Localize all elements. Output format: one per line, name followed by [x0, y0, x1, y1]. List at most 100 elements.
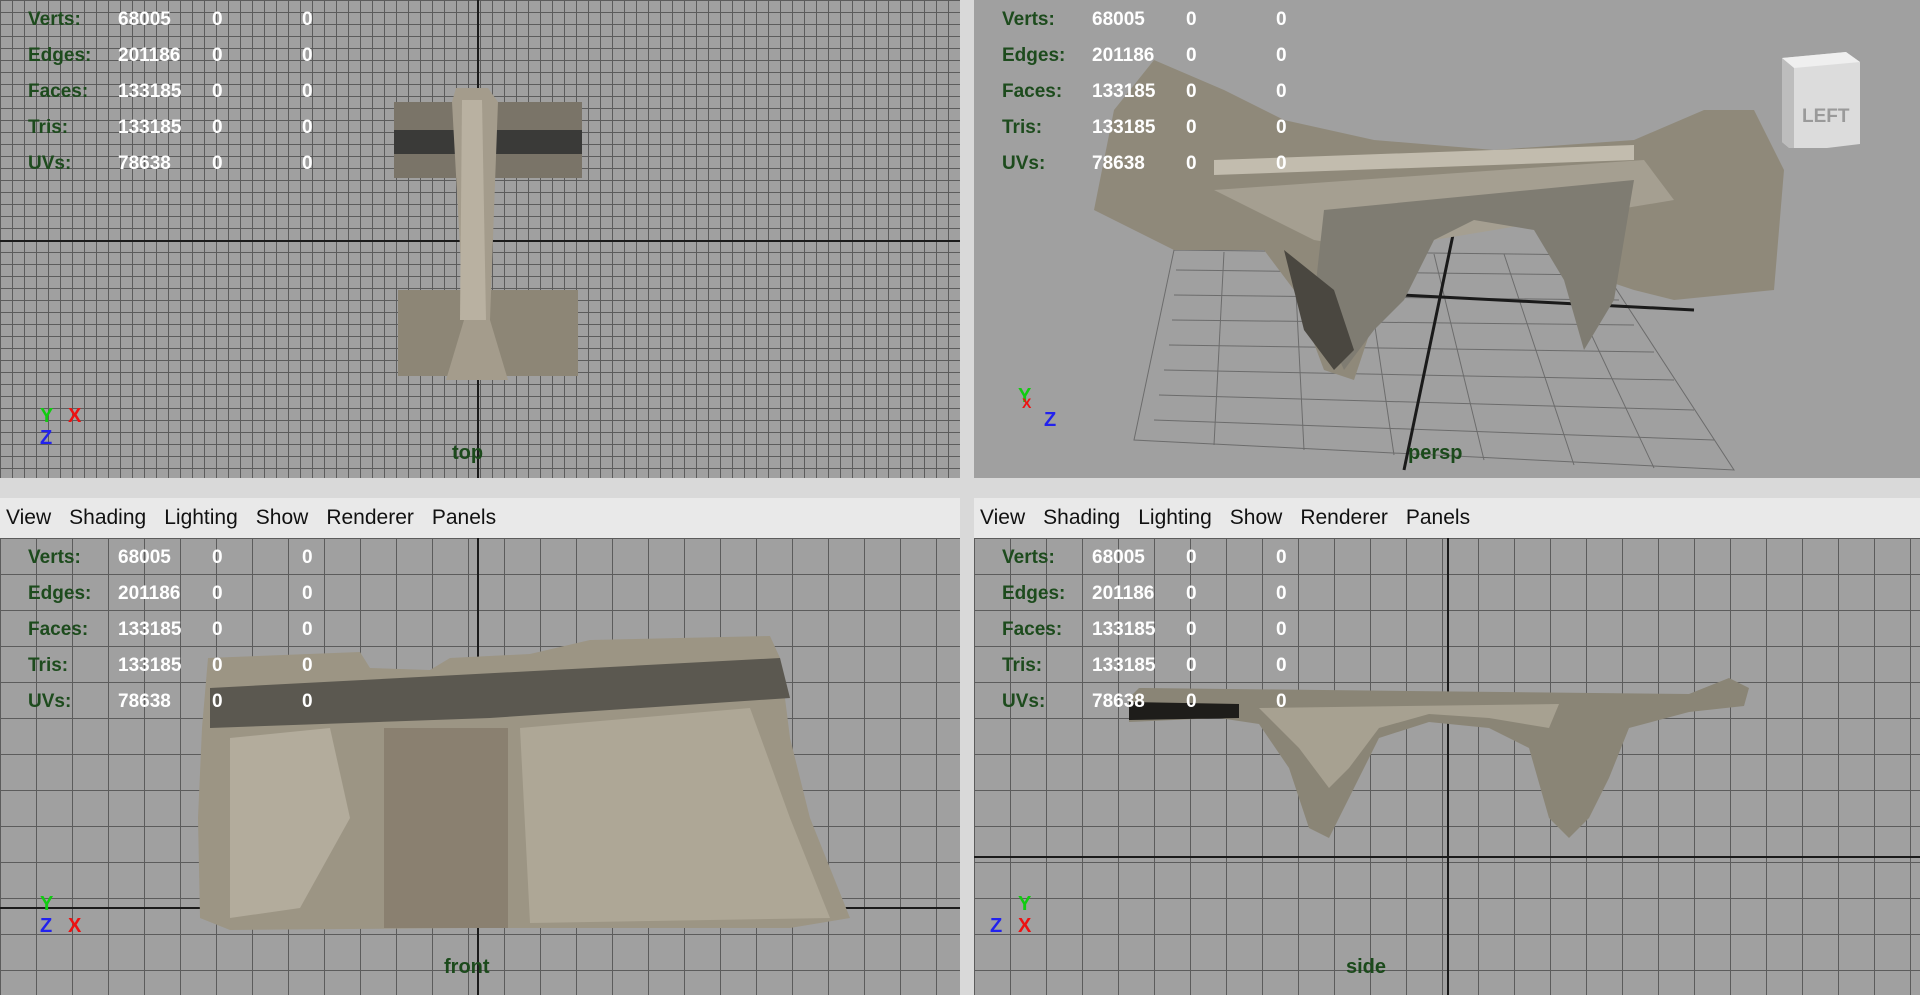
hud-value: 0 — [1186, 691, 1197, 712]
hud-value: 0 — [212, 691, 223, 712]
poly-count-hud: Verts: 68005 0 0 Edges: 201186 0 0 Faces: 13318… — [1002, 540, 1316, 720]
hud-value: 0 — [1186, 117, 1197, 138]
hud-value: 0 — [302, 691, 313, 712]
hud-value: 133185 — [1092, 619, 1156, 640]
hud-value: 0 — [302, 619, 313, 640]
hud-value: 0 — [1186, 583, 1197, 604]
hud-label: Tris: — [28, 117, 69, 138]
viewport-persp[interactable]: LEFT Verts: 68005 0 0 Edges: 201186 0 0 Faces:… — [974, 0, 1920, 478]
hud-value: 133185 — [118, 619, 182, 640]
hud-value: 0 — [1186, 619, 1197, 640]
viewport-side-canvas[interactable]: Verts: 68005 0 0 Edges: 201186 0 0 Faces: 13318… — [974, 538, 1920, 995]
hud-row: Edges: 201186 0 0 — [1002, 38, 1316, 74]
menu-shading[interactable]: Shading — [1043, 506, 1120, 530]
hud-value: 0 — [1276, 9, 1287, 30]
hud-value: 133185 — [118, 655, 182, 676]
bridge-model-top[interactable] — [390, 80, 590, 400]
poly-count-hud: Verts: 68005 0 0 Edges: 201186 0 0 Faces: 13318… — [1002, 2, 1316, 182]
viewport-front[interactable]: View Shading Lighting Show Renderer Pane… — [0, 498, 960, 995]
hud-value: 0 — [1186, 153, 1197, 174]
camera-label: persp — [1408, 442, 1463, 464]
hud-value: 0 — [1186, 45, 1197, 66]
hud-value: 78638 — [118, 691, 171, 712]
axis-x-label: X — [1022, 395, 1032, 411]
hud-value: 0 — [1276, 619, 1287, 640]
camera-label: side — [1346, 956, 1387, 978]
menu-panels[interactable]: Panels — [1406, 506, 1470, 530]
viewport-top-canvas[interactable]: Verts: 68005 0 0 Edges: 201186 0 0 Faces: 13318… — [0, 0, 960, 478]
poly-count-hud: Verts: 68005 0 0 Edges: 201186 0 0 Faces: 13318… — [28, 540, 342, 720]
viewport-front-canvas[interactable]: Verts: 68005 0 0 Edges: 201186 0 0 Faces: 13318… — [0, 538, 960, 995]
hud-value: 0 — [212, 81, 223, 102]
hud-value: 68005 — [1092, 9, 1145, 30]
axis-y-label: Y — [40, 405, 54, 427]
hud-value: 0 — [302, 81, 313, 102]
hud-value: 201186 — [1092, 583, 1155, 604]
hud-value: 0 — [1276, 583, 1287, 604]
hud-row: UVs: 78638 0 0 — [28, 146, 342, 182]
hud-value: 133185 — [118, 117, 182, 138]
hud-label: Faces: — [1002, 81, 1063, 102]
hud-value: 0 — [212, 619, 223, 640]
poly-count-hud: Verts: 68005 0 0 Edges: 201186 0 0 Faces: 13318… — [28, 2, 342, 182]
viewport-side[interactable]: View Shading Lighting Show Renderer Pane… — [974, 498, 1920, 995]
hud-value: 0 — [1186, 9, 1197, 30]
hud-value: 78638 — [1092, 691, 1145, 712]
hud-label: UVs: — [1002, 691, 1046, 712]
hud-value: 201186 — [1092, 45, 1155, 66]
menu-panels[interactable]: Panels — [432, 506, 496, 530]
hud-row: Faces: 133185 0 0 — [28, 74, 342, 110]
hud-value: 201186 — [118, 583, 181, 604]
hud-value: 78638 — [118, 153, 171, 174]
view-cube[interactable]: LEFT — [1776, 48, 1860, 152]
menu-show[interactable]: Show — [256, 506, 309, 530]
menu-view[interactable]: View — [6, 506, 51, 530]
hud-label: Edges: — [1002, 583, 1066, 604]
hud-row: Edges: 201186 0 0 — [1002, 576, 1316, 612]
hud-value: 68005 — [118, 547, 171, 568]
hud-value: 0 — [212, 655, 223, 676]
hud-row: Edges: 201186 0 0 — [28, 38, 342, 74]
hud-label: Tris: — [28, 655, 69, 676]
hud-row: Verts: 68005 0 0 — [28, 2, 342, 38]
hud-label: Tris: — [1002, 117, 1043, 138]
menu-show[interactable]: Show — [1230, 506, 1283, 530]
hud-value: 0 — [1186, 81, 1197, 102]
menu-lighting[interactable]: Lighting — [164, 506, 238, 530]
hud-value: 0 — [212, 9, 223, 30]
menu-shading[interactable]: Shading — [69, 506, 146, 530]
hud-row: Faces: 133185 0 0 — [1002, 74, 1316, 110]
hud-label: Verts: — [1002, 547, 1055, 568]
axis-y-label: Y — [40, 893, 54, 915]
axis-y-label: Y — [1018, 893, 1032, 915]
menu-renderer[interactable]: Renderer — [326, 506, 414, 530]
hud-value: 0 — [212, 45, 223, 66]
hud-value: 78638 — [1092, 153, 1145, 174]
hud-label: Faces: — [28, 81, 89, 102]
hud-value: 133185 — [1092, 117, 1156, 138]
hud-value: 0 — [212, 547, 223, 568]
axis-z-label: Z — [990, 915, 1003, 937]
axis-gizmo: Y X Z — [38, 405, 98, 455]
menu-renderer[interactable]: Renderer — [1300, 506, 1388, 530]
hud-row: Faces: 133185 0 0 — [28, 612, 342, 648]
axis-z-label: Z — [1044, 409, 1057, 431]
axis-x-label: X — [68, 915, 82, 937]
panel-menubar: View Shading Lighting Show Renderer Pane… — [974, 498, 1920, 539]
pane-divider-vertical[interactable] — [960, 0, 974, 995]
hud-value: 68005 — [118, 9, 171, 30]
hud-value: 0 — [212, 153, 223, 174]
menu-lighting[interactable]: Lighting — [1138, 506, 1212, 530]
viewport-persp-canvas[interactable]: LEFT Verts: 68005 0 0 Edges: 201186 0 0 Faces:… — [974, 0, 1920, 478]
hud-value: 0 — [302, 583, 313, 604]
hud-value: 68005 — [1092, 547, 1145, 568]
hud-row: UVs: 78638 0 0 — [1002, 684, 1316, 720]
hud-row: UVs: 78638 0 0 — [1002, 146, 1316, 182]
viewport-top[interactable]: Verts: 68005 0 0 Edges: 201186 0 0 Faces: 13318… — [0, 0, 960, 478]
axis-x-label: X — [68, 405, 82, 427]
hud-value: 133185 — [118, 81, 182, 102]
hud-label: Faces: — [1002, 619, 1063, 640]
hud-row: Verts: 68005 0 0 — [1002, 540, 1316, 576]
menu-view[interactable]: View — [980, 506, 1025, 530]
camera-label: front — [444, 956, 490, 978]
